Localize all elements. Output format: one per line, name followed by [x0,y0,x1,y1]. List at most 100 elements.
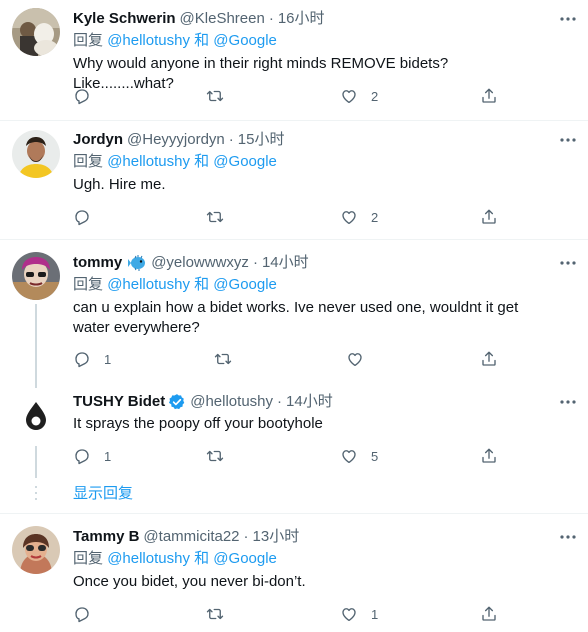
share-button[interactable] [480,446,498,466]
retweet-button[interactable] [206,604,237,624]
like-icon [342,211,356,225]
share-icon [482,351,496,366]
reply-count: 1 [104,351,112,367]
mention-links[interactable]: @hellotushy 和 @Google [107,153,277,170]
separator-dot: · [268,10,274,27]
avatar[interactable] [12,392,60,440]
like-count: 2 [371,209,379,225]
reply-button[interactable] [73,604,104,624]
retweet-icon [206,90,224,102]
action-bar: 1 5 [73,446,503,466]
more-icon[interactable] [558,253,578,273]
share-icon [482,88,496,103]
share-icon [482,606,496,621]
action-bar: 2 [73,207,503,227]
share-icon [482,209,496,224]
timestamp[interactable]: 15小时 [238,130,285,150]
thread-dots [35,486,37,504]
blowfish-emoji [128,255,147,271]
like-icon [348,353,362,367]
like-count: 5 [371,448,379,464]
replying-to: 回复 @hellotushy 和 @Google [73,30,552,52]
like-count: 1 [371,606,379,622]
retweet-button[interactable] [206,86,237,106]
reply-tweet[interactable]: Jordyn @Heyyyjordyn · 15小时 回复 @hellotush… [0,121,588,239]
avatar[interactable] [12,252,60,300]
show-replies-link[interactable]: 显示回复 [73,484,133,504]
separator-dot: · [252,254,258,271]
display-name[interactable]: Tammy B [73,527,139,547]
reply-prefix: 回复 [73,153,104,170]
action-bar: 1 [73,349,503,369]
reply-icon [75,89,89,105]
timestamp[interactable]: 14小时 [262,253,309,273]
reply-tweet[interactable]: Kyle Schwerin @KleShreen · 16小时 回复 @hell… [0,0,588,120]
like-button[interactable]: 2 [340,207,378,227]
more-icon[interactable] [558,130,578,150]
retweet-icon [206,211,224,223]
reply-button[interactable] [73,207,104,227]
reply-tweet[interactable]: Tammy B @tammicita22 · 13小时 回复 @hellotus… [0,514,588,632]
share-button[interactable] [480,604,498,624]
tweet-text: can u explain how a bidet works. Ive nev… [73,299,519,336]
reply-tweet[interactable]: tommy @yelowwwxyz · 14小时 回复 @hellotushy … [0,240,588,388]
thread-line [35,446,37,478]
user-handle[interactable]: @yelowwwxyz [151,253,249,273]
reply-icon [75,210,89,226]
retweet-button[interactable] [206,207,237,227]
like-count: 2 [371,88,379,104]
tweet-text: It sprays the poopy off your bootyhole [73,415,323,432]
like-icon [342,90,356,104]
more-icon[interactable] [558,9,578,29]
separator-dot: · [243,528,249,545]
reply-prefix: 回复 [73,276,104,293]
like-icon [342,450,356,464]
mention-links[interactable]: @hellotushy 和 @Google [107,32,277,49]
timestamp[interactable]: 14小时 [286,392,333,412]
retweet-icon [214,353,232,365]
separator-dot: · [277,393,283,410]
avatar[interactable] [12,8,60,56]
action-bar: 1 [73,604,503,624]
tweet-text: Once you bidet, you never bi-don’t. [73,573,306,590]
reply-icon [75,607,89,623]
retweet-button[interactable] [206,446,237,466]
avatar[interactable] [12,130,60,178]
reply-count: 1 [104,448,112,464]
avatar[interactable] [12,526,60,574]
mention-links[interactable]: @hellotushy 和 @Google [107,550,277,567]
display-name[interactable]: Kyle Schwerin [73,9,176,29]
user-handle[interactable]: @Heyyyjordyn [127,130,225,150]
timestamp[interactable]: 16小时 [278,9,325,29]
reply-button[interactable]: 1 [73,349,111,369]
retweet-button[interactable] [214,349,245,369]
reply-prefix: 回复 [73,32,104,49]
timestamp[interactable]: 13小时 [253,527,300,547]
display-name[interactable]: TUSHY Bidet [73,392,165,412]
more-icon[interactable] [558,392,578,412]
action-bar: 2 [73,86,503,106]
tweet-text: Ugh. Hire me. [73,176,166,193]
reply-tweet[interactable]: TUSHY Bidet @hellotushy · 14小时 It sprays… [0,388,588,478]
display-name[interactable]: tommy [73,253,122,273]
like-button[interactable] [346,349,377,369]
user-handle[interactable]: @KleShreen [180,9,265,29]
more-icon[interactable] [558,527,578,547]
like-button[interactable]: 2 [340,86,378,106]
verified-badge-icon [168,393,186,411]
retweet-icon [206,450,224,462]
replying-to: 回复 @hellotushy 和 @Google [73,548,552,570]
mention-links[interactable]: @hellotushy 和 @Google [107,276,277,293]
share-button[interactable] [480,349,498,369]
share-button[interactable] [480,207,498,227]
user-handle[interactable]: @tammicita22 [143,527,239,547]
reply-button[interactable] [73,86,104,106]
display-name[interactable]: Jordyn [73,130,123,150]
reply-icon [75,449,89,465]
user-handle[interactable]: @hellotushy [190,392,273,412]
like-button[interactable]: 1 [340,604,378,624]
like-icon [342,608,356,622]
like-button[interactable]: 5 [340,446,378,466]
share-button[interactable] [480,86,498,106]
reply-button[interactable]: 1 [73,446,111,466]
